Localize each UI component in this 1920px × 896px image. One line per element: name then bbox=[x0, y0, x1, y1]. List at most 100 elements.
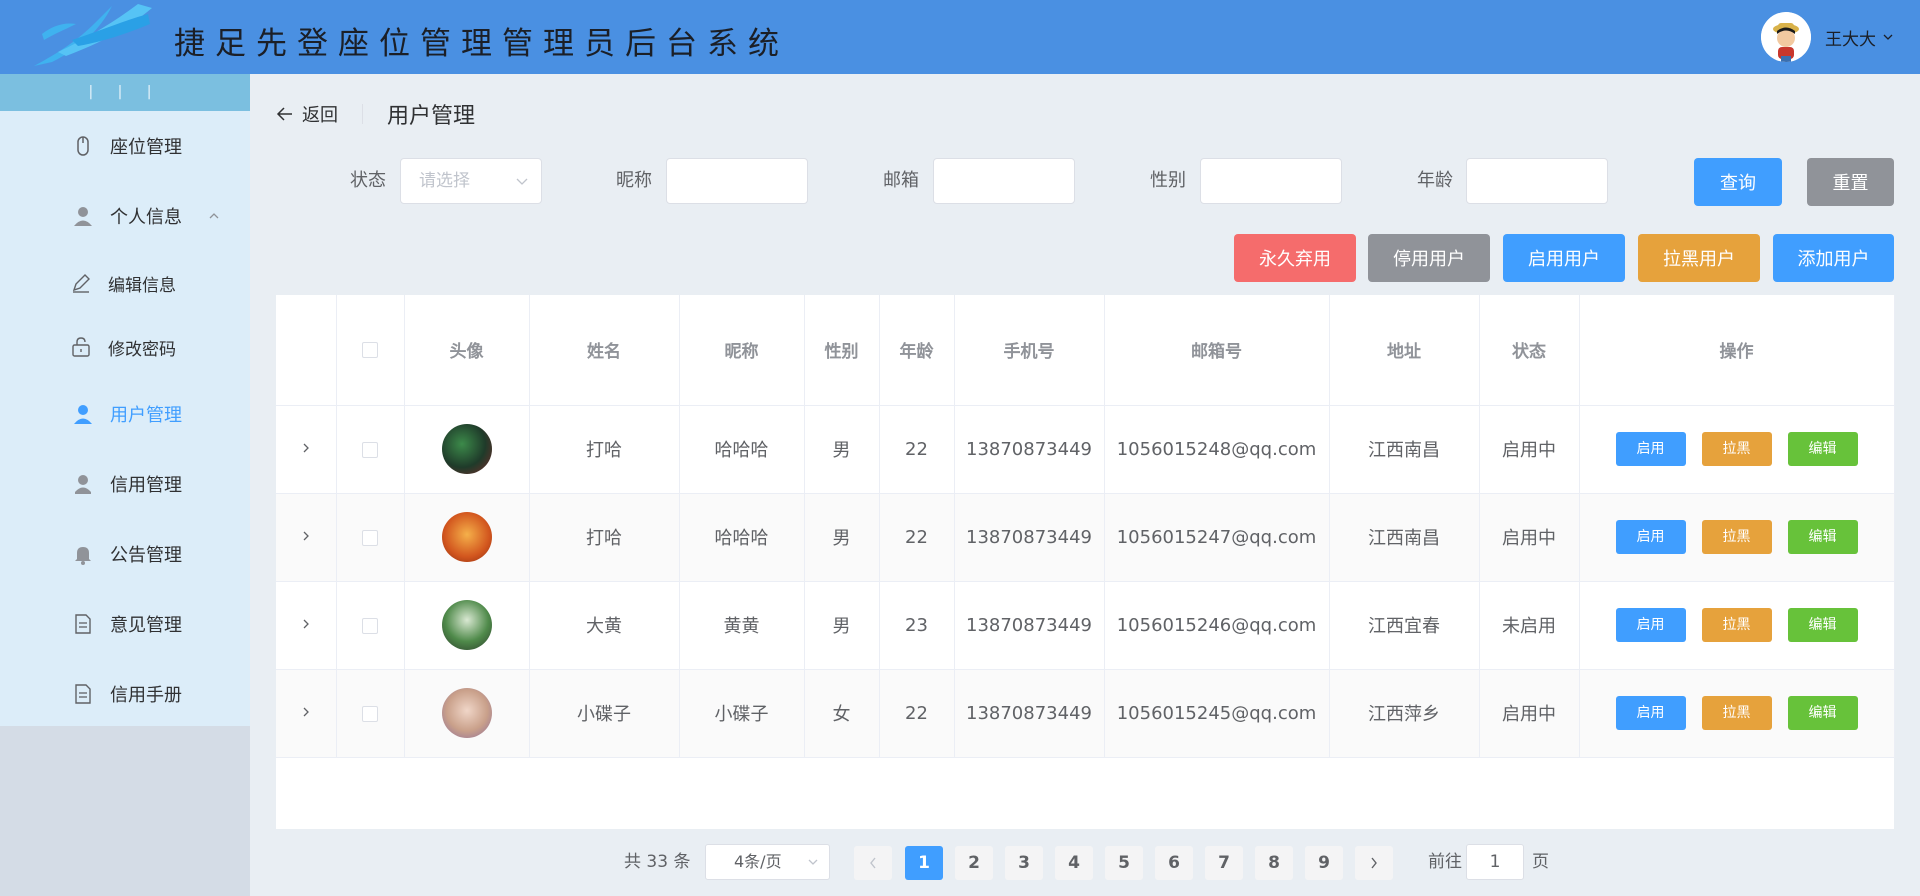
chevron-right-icon[interactable] bbox=[300, 617, 312, 631]
page-button-2[interactable]: 2 bbox=[955, 846, 993, 880]
chevron-down-icon bbox=[808, 859, 818, 865]
enable-user-button[interactable]: 启用用户 bbox=[1503, 234, 1625, 282]
page-button-5[interactable]: 5 bbox=[1105, 846, 1143, 880]
cell-nickname: 哈哈哈 bbox=[679, 405, 805, 494]
column-header-gender: 性别 bbox=[804, 295, 880, 406]
row-blacklist-button[interactable]: 拉黑 bbox=[1701, 520, 1772, 554]
gender-input[interactable] bbox=[1200, 158, 1342, 204]
sidebar-item-label: 意见管理 bbox=[110, 615, 182, 636]
sidebar-item-notice-management[interactable]: 公告管理 bbox=[0, 519, 250, 589]
cell-gender: 女 bbox=[804, 669, 880, 758]
column-header-status: 状态 bbox=[1479, 295, 1580, 406]
sidebar-footer-area bbox=[0, 726, 250, 896]
row-checkbox[interactable] bbox=[362, 441, 378, 458]
column-header-nickname: 昵称 bbox=[679, 295, 805, 406]
cell-gender: 男 bbox=[804, 405, 880, 494]
avatar bbox=[441, 600, 492, 650]
sidebar-item-feedback-management[interactable]: 意见管理 bbox=[0, 589, 250, 659]
column-header-name: 姓名 bbox=[529, 295, 680, 406]
column-header-phone: 手机号 bbox=[954, 295, 1105, 406]
row-blacklist-button[interactable]: 拉黑 bbox=[1701, 432, 1772, 466]
gender-filter-label: 性别 bbox=[1150, 170, 1186, 191]
cell-nickname: 哈哈哈 bbox=[679, 493, 805, 582]
cell-ops: 启用 拉黑 编辑 bbox=[1579, 581, 1895, 670]
sidebar-item-label: 修改密码 bbox=[108, 339, 176, 360]
row-enable-button[interactable]: 启用 bbox=[1615, 696, 1686, 730]
row-checkbox[interactable] bbox=[362, 617, 378, 634]
query-button[interactable]: 查询 bbox=[1694, 158, 1782, 206]
age-input[interactable] bbox=[1466, 158, 1608, 204]
main-content: 返回 用户管理 状态 请选择 昵称 邮箱 性别 年龄 查询 重置 永久弃用 停用… bbox=[250, 74, 1920, 896]
cell-email: 1056015248@qq.com bbox=[1104, 405, 1330, 494]
next-page-button[interactable] bbox=[1355, 846, 1393, 880]
row-edit-button[interactable]: 编辑 bbox=[1787, 432, 1858, 466]
row-edit-button[interactable]: 编辑 bbox=[1787, 696, 1858, 730]
page-button-6[interactable]: 6 bbox=[1155, 846, 1193, 880]
sidebar-item-seat-management[interactable]: 座位管理 bbox=[0, 111, 250, 181]
add-user-button[interactable]: 添加用户 bbox=[1773, 234, 1894, 282]
reset-button[interactable]: 重置 bbox=[1807, 158, 1894, 206]
sidebar-item-personal-info[interactable]: 个人信息 bbox=[0, 181, 250, 251]
sidebar-item-label: 编辑信息 bbox=[108, 275, 176, 296]
sidebar-item-edit-info[interactable]: 编辑信息 bbox=[0, 251, 250, 315]
cell-nickname: 小碟子 bbox=[679, 669, 805, 758]
sidebar-collapse-toggle[interactable]: | | | bbox=[0, 74, 250, 111]
cell-gender: 男 bbox=[804, 493, 880, 582]
user-icon bbox=[74, 207, 92, 226]
page-button-1[interactable]: 1 bbox=[905, 846, 943, 880]
cell-phone: 13870873449 bbox=[954, 581, 1105, 670]
select-all-checkbox[interactable] bbox=[362, 341, 378, 358]
page-suffix: 页 bbox=[1532, 852, 1549, 872]
cell-name: 小碟子 bbox=[529, 669, 680, 758]
row-edit-button[interactable]: 编辑 bbox=[1787, 608, 1858, 642]
chevron-left-icon bbox=[870, 857, 876, 869]
page-button-9[interactable]: 9 bbox=[1305, 846, 1343, 880]
prev-page-button[interactable] bbox=[854, 846, 892, 880]
sidebar-item-credit-handbook[interactable]: 信用手册 bbox=[0, 659, 250, 729]
nickname-input[interactable] bbox=[666, 158, 808, 204]
disable-user-button[interactable]: 停用用户 bbox=[1368, 234, 1490, 282]
page-button-4[interactable]: 4 bbox=[1055, 846, 1093, 880]
pagination: 共 33 条 4条/页 1 2 3 4 5 6 7 8 9 前往 1 页 bbox=[250, 844, 1920, 880]
row-enable-button[interactable]: 启用 bbox=[1615, 520, 1686, 554]
column-header-email: 邮箱号 bbox=[1104, 295, 1330, 406]
user-avatar bbox=[1761, 12, 1811, 62]
goto-page-input[interactable]: 1 bbox=[1466, 844, 1524, 880]
email-input[interactable] bbox=[933, 158, 1075, 204]
mouse-icon bbox=[77, 136, 89, 156]
sidebar-item-credit-management[interactable]: 信用管理 bbox=[0, 449, 250, 519]
page-button-3[interactable]: 3 bbox=[1005, 846, 1043, 880]
row-checkbox[interactable] bbox=[362, 529, 378, 546]
row-blacklist-button[interactable]: 拉黑 bbox=[1701, 608, 1772, 642]
table-row: 打哈 哈哈哈 男 22 13870873449 1056015247@qq.co… bbox=[276, 493, 1895, 582]
page-size-select[interactable]: 4条/页 bbox=[705, 844, 830, 880]
status-select[interactable]: 请选择 bbox=[400, 158, 542, 204]
sidebar-item-label: 信用管理 bbox=[110, 475, 182, 496]
discard-user-button[interactable]: 永久弃用 bbox=[1234, 234, 1356, 282]
cell-status: 未启用 bbox=[1479, 581, 1580, 670]
cell-ops: 启用 拉黑 编辑 bbox=[1579, 405, 1895, 494]
page-button-8[interactable]: 8 bbox=[1255, 846, 1293, 880]
blacklist-user-button[interactable]: 拉黑用户 bbox=[1638, 234, 1760, 282]
row-checkbox[interactable] bbox=[362, 705, 378, 722]
chevron-right-icon[interactable] bbox=[300, 705, 312, 719]
top-header: 捷足先登座位管理管理员后台系统 王大大 bbox=[0, 0, 1920, 74]
chevron-right-icon[interactable] bbox=[300, 441, 312, 455]
wing-logo-icon bbox=[34, 4, 152, 66]
user-menu[interactable]: 王大大 bbox=[1761, 12, 1894, 62]
arrow-left-icon bbox=[276, 107, 292, 121]
row-edit-button[interactable]: 编辑 bbox=[1787, 520, 1858, 554]
row-blacklist-button[interactable]: 拉黑 bbox=[1701, 696, 1772, 730]
sidebar-item-change-password[interactable]: 修改密码 bbox=[0, 315, 250, 379]
divider bbox=[362, 104, 363, 124]
row-enable-button[interactable]: 启用 bbox=[1615, 608, 1686, 642]
cell-status: 启用中 bbox=[1479, 493, 1580, 582]
cell-address: 江西南昌 bbox=[1329, 493, 1480, 582]
row-enable-button[interactable]: 启用 bbox=[1615, 432, 1686, 466]
sidebar-item-user-management[interactable]: 用户管理 bbox=[0, 379, 250, 449]
page-button-7[interactable]: 7 bbox=[1205, 846, 1243, 880]
chevron-right-icon[interactable] bbox=[300, 529, 312, 543]
cell-address: 江西南昌 bbox=[1329, 405, 1480, 494]
back-button[interactable]: 返回 bbox=[276, 101, 338, 127]
cell-age: 22 bbox=[879, 405, 955, 494]
